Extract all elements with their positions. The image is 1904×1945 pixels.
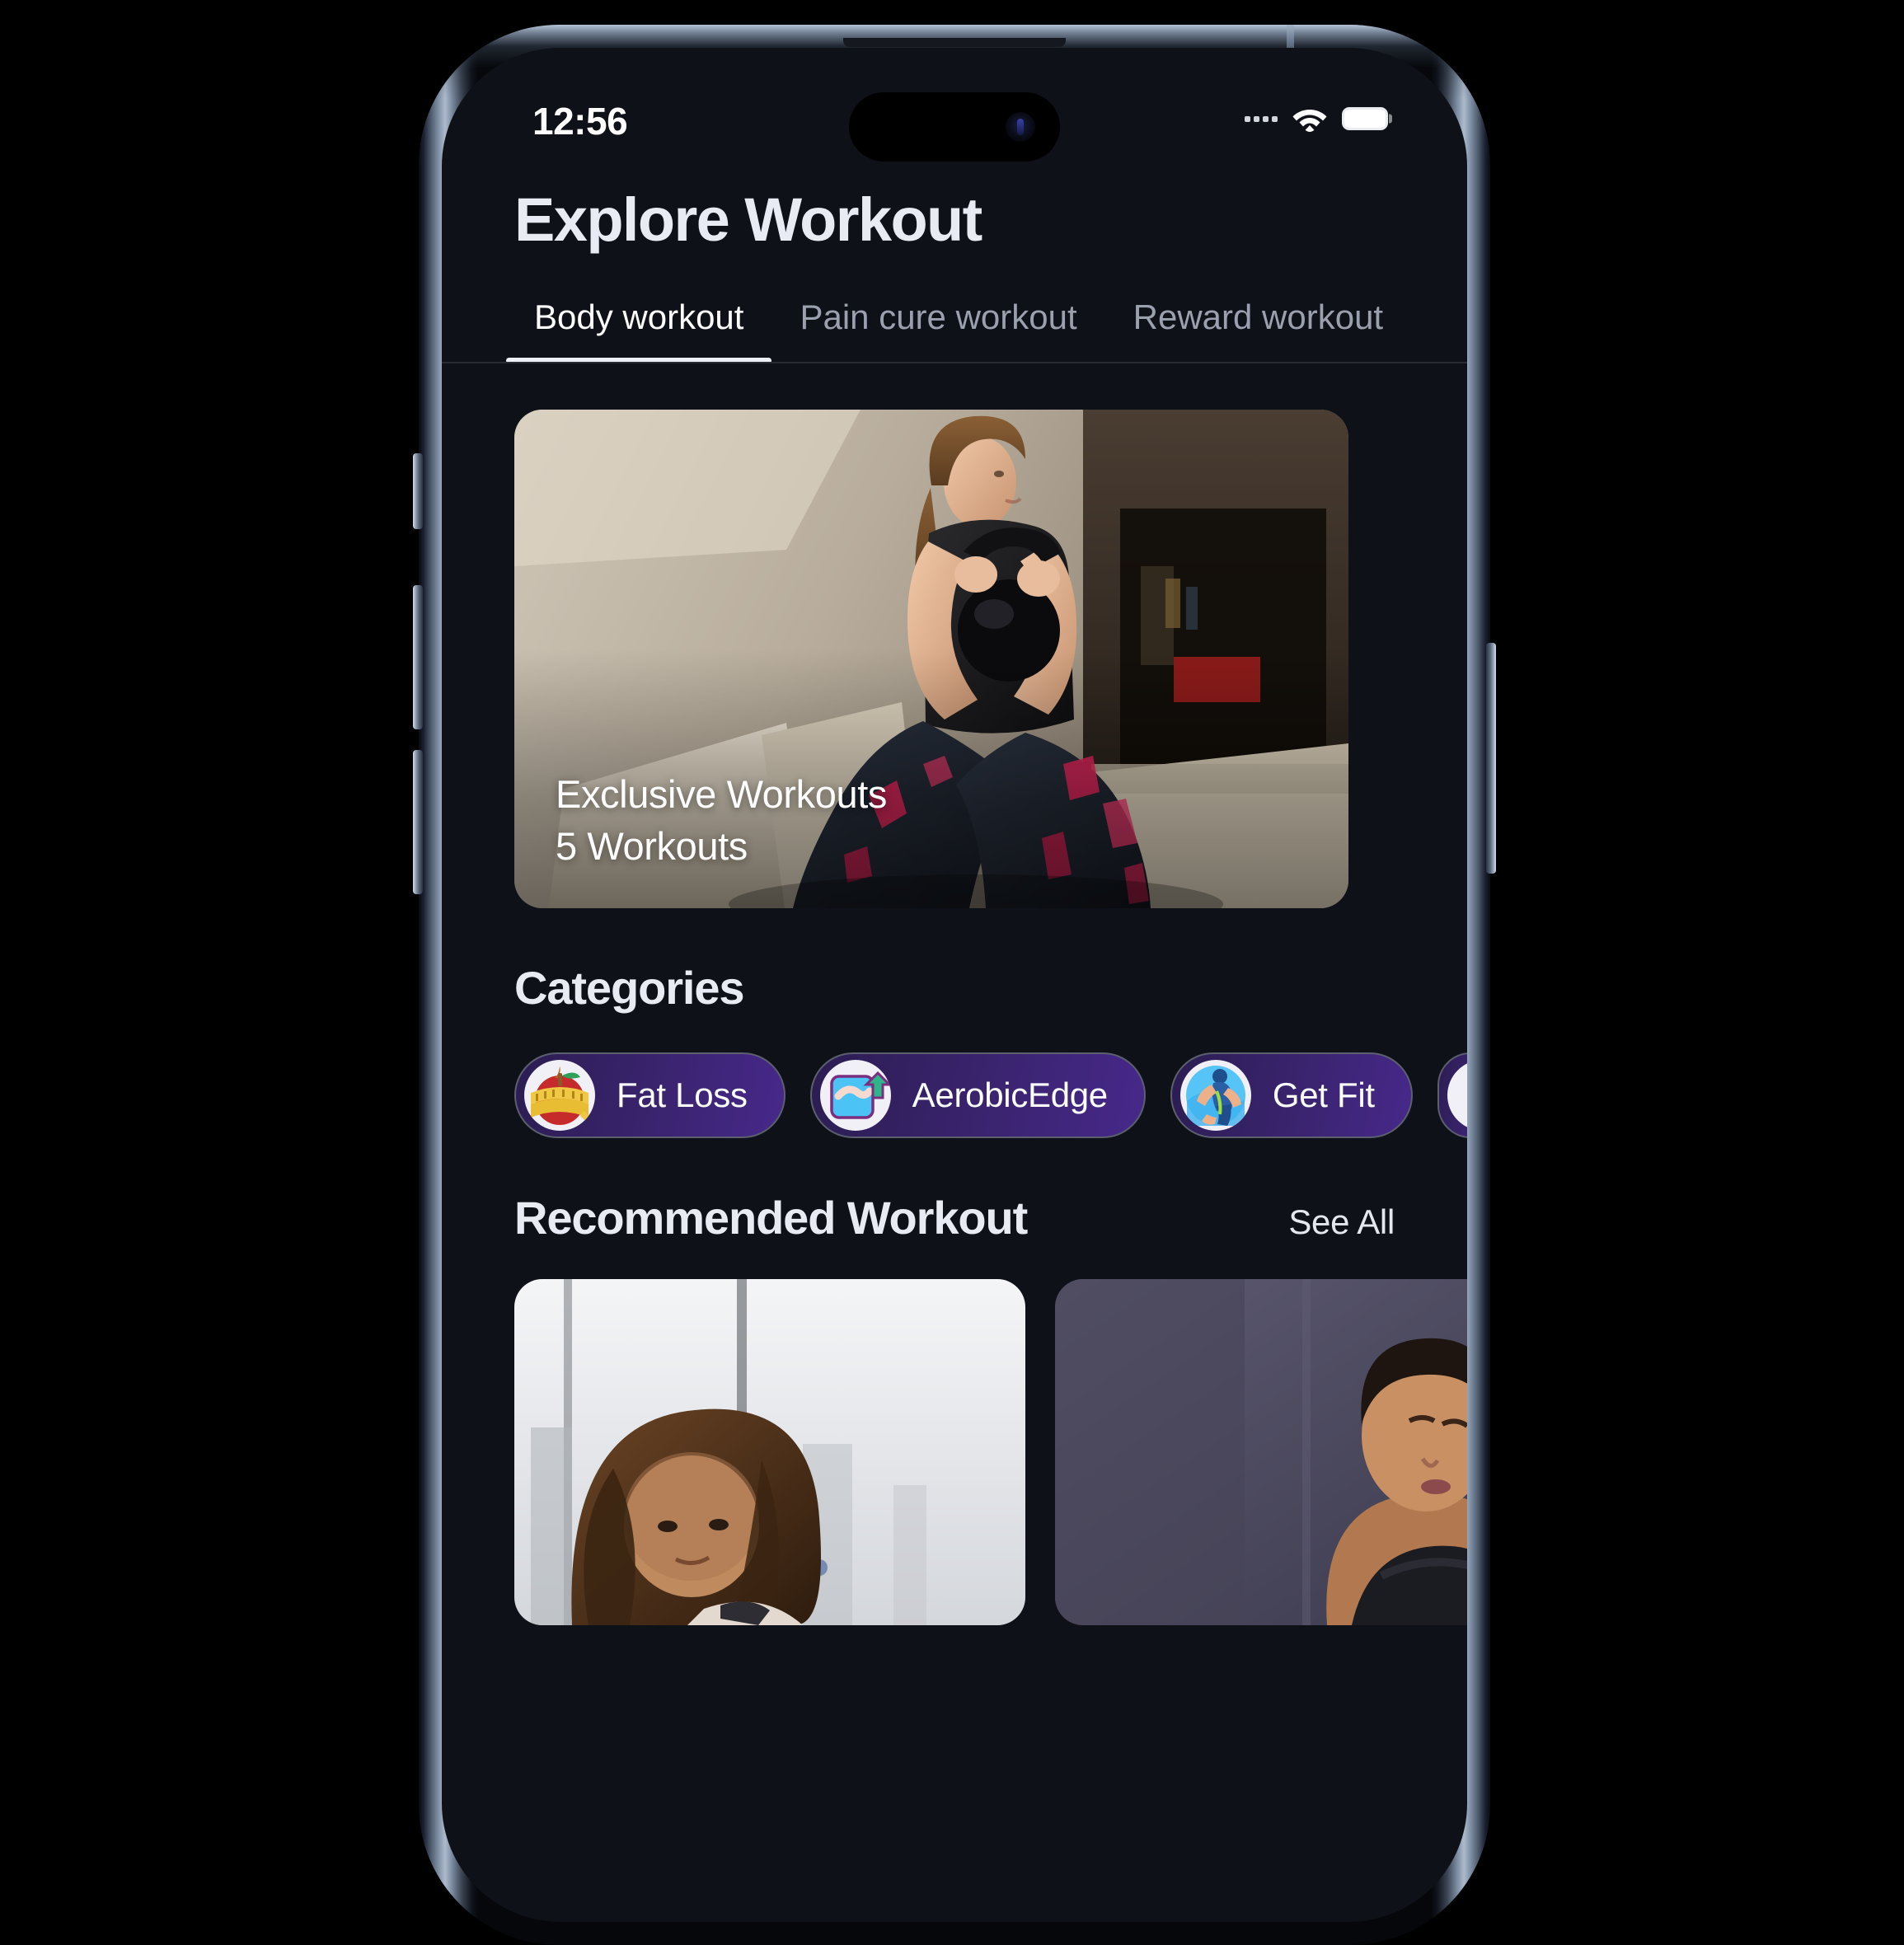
battery-full-icon [1342,107,1392,130]
volume-down-button[interactable] [413,750,423,894]
app-content: Explore Workout Body workout Pain cure w… [442,162,1467,1922]
page-title: Explore Workout [514,185,982,254]
power-button[interactable] [1486,643,1496,874]
dynamic-island [849,92,1060,162]
category-chip-label: Fat Loss [617,1076,748,1114]
category-chip-get-fit[interactable]: Get Fit [1170,1052,1413,1138]
workout-tab-bar[interactable]: Body workout Pain cure workout Reward wo… [442,298,1467,363]
recommended-cards-list[interactable] [514,1279,1467,1625]
recommended-card[interactable] [514,1279,1025,1625]
recommended-header: Recommended Workout See All [514,1191,1395,1244]
phone-screen: 12:56 Explore Workout Body workout Pain … [442,48,1467,1922]
camera-lens-glint [1017,119,1024,135]
tab-reward-workout[interactable]: Reward workout [1105,298,1411,362]
volume-up-button[interactable] [413,585,423,729]
status-indicators [1245,105,1392,132]
chart-up-arrow-icon [819,1060,891,1131]
hero-text-block: Exclusive Workouts 5 Workouts [556,771,887,869]
recommended-card[interactable] [1055,1279,1467,1625]
hero-title: Exclusive Workouts [556,772,888,816]
see-all-link[interactable]: See All [1288,1202,1395,1242]
tab-body-workout[interactable]: Body workout [506,298,772,362]
cellular-dots-icon [1245,115,1278,122]
categories-heading: Categories [514,962,745,1014]
battery-cap [1389,114,1392,124]
phone-frame: 12:56 Explore Workout Body workout Pain … [413,25,1496,1945]
hero-subtitle: 5 Workouts [556,824,748,868]
wifi-icon [1292,105,1328,132]
tab-pain-cure-workout[interactable]: Pain cure workout [771,298,1104,362]
category-chip-label: AerobicEdge [912,1076,1109,1114]
front-camera-icon [1006,112,1035,142]
categories-list[interactable]: Fat Loss AerobicEdge Get Fit [514,1052,1467,1138]
partial-chip-icon [1447,1060,1467,1131]
category-chip-label: Get Fit [1272,1076,1375,1114]
running-person-icon [1179,1060,1251,1131]
category-chip-partial[interactable] [1437,1052,1467,1138]
recommended-heading: Recommended Workout [514,1192,1028,1244]
apple-measuring-tape-icon [524,1060,595,1131]
battery-fill [1344,110,1386,128]
status-time: 12:56 [532,100,628,143]
action-button[interactable] [413,453,423,529]
category-chip-aerobicedge[interactable]: AerobicEdge [809,1052,1146,1138]
hero-workout-card[interactable]: Exclusive Workouts 5 Workouts [514,410,1348,908]
antenna-band [1287,25,1294,49]
category-chip-fat-loss[interactable]: Fat Loss [514,1052,786,1138]
earpiece-speaker-slot [843,38,1066,47]
